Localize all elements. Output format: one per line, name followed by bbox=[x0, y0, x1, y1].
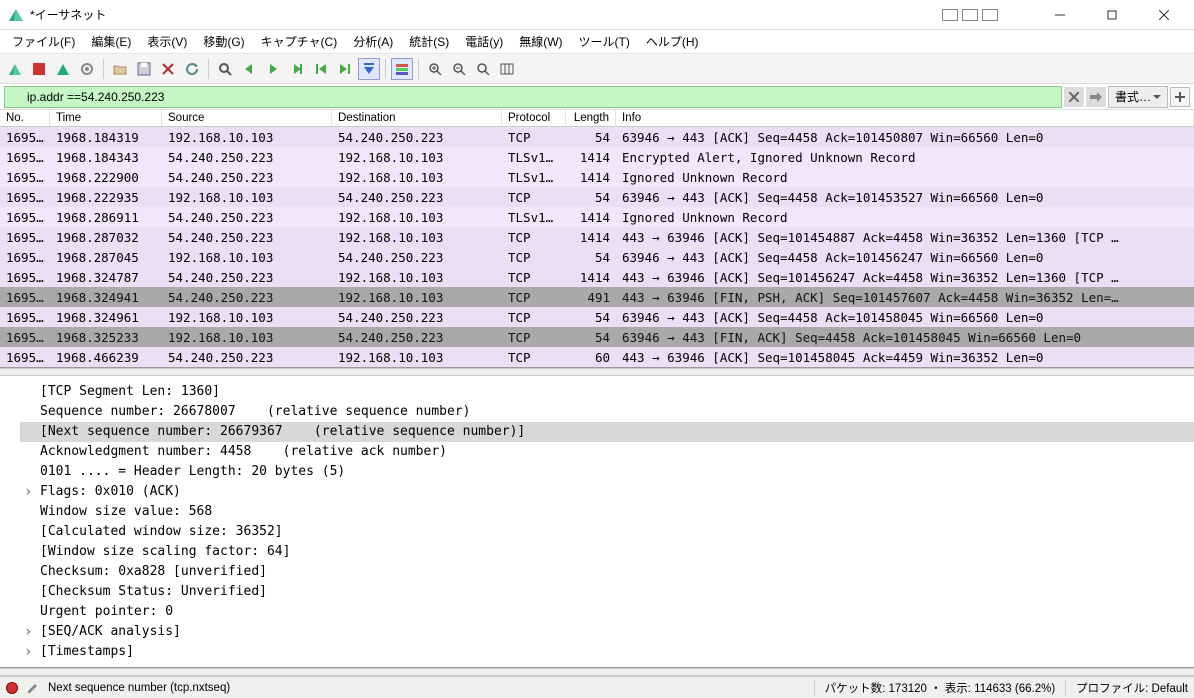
col-length[interactable]: Length bbox=[566, 110, 616, 126]
edit-icon[interactable] bbox=[26, 681, 40, 695]
status-profile[interactable]: プロファイル: Default bbox=[1076, 680, 1188, 696]
titlebar-box-icon[interactable] bbox=[982, 9, 998, 21]
colorize-icon[interactable] bbox=[391, 58, 413, 80]
pane-splitter[interactable] bbox=[0, 368, 1194, 376]
detail-line[interactable]: [Checksum Status: Unverified] bbox=[20, 582, 1194, 602]
detail-line[interactable]: Acknowledgment number: 4458 (relative ac… bbox=[20, 442, 1194, 462]
apply-filter-button[interactable] bbox=[1086, 87, 1106, 107]
menu-edit[interactable]: 編集(E) bbox=[83, 31, 139, 52]
status-field-label: Next sequence number (tcp.nxtseq) bbox=[48, 682, 230, 694]
packet-row[interactable]: 1695…1968.184319192.168.10.10354.240.250… bbox=[0, 127, 1194, 147]
status-packet-count: パケット数: 173120 ・ 表示: 114633 (66.2%) bbox=[825, 680, 1056, 696]
packet-details-pane[interactable]: [TCP Segment Len: 1360]Sequence number: … bbox=[0, 376, 1194, 668]
menu-go[interactable]: 移動(G) bbox=[195, 31, 252, 52]
col-destination[interactable]: Destination bbox=[332, 110, 502, 126]
detail-line[interactable]: Sequence number: 26678007 (relative sequ… bbox=[20, 402, 1194, 422]
packet-list-pane[interactable]: No. Time Source Destination Protocol Len… bbox=[0, 110, 1194, 368]
menu-tools[interactable]: ツール(T) bbox=[571, 31, 638, 52]
col-protocol[interactable]: Protocol bbox=[502, 110, 566, 126]
detail-line[interactable]: 0101 .... = Header Length: 20 bytes (5) bbox=[20, 462, 1194, 482]
resize-columns-icon[interactable] bbox=[496, 58, 518, 80]
packet-list-header[interactable]: No. Time Source Destination Protocol Len… bbox=[0, 110, 1194, 127]
detail-line[interactable]: [Timestamps] bbox=[20, 642, 1194, 662]
menu-telephony[interactable]: 電話(y) bbox=[457, 31, 511, 52]
go-back-icon[interactable] bbox=[238, 58, 260, 80]
packet-row[interactable]: 1695…1968.46623954.240.250.223192.168.10… bbox=[0, 347, 1194, 367]
col-time[interactable]: Time bbox=[50, 110, 162, 126]
titlebar: *イーサネット bbox=[0, 0, 1194, 30]
packet-row[interactable]: 1695…1968.287045192.168.10.10354.240.250… bbox=[0, 247, 1194, 267]
display-filter-input[interactable] bbox=[4, 86, 1062, 108]
expert-info-icon[interactable] bbox=[6, 682, 18, 694]
detail-line[interactable]: [Next sequence number: 26679367 (relativ… bbox=[20, 422, 1194, 442]
jump-to-icon[interactable] bbox=[286, 58, 308, 80]
detail-line[interactable]: [Window size scaling factor: 64] bbox=[20, 542, 1194, 562]
start-capture-icon[interactable] bbox=[4, 58, 26, 80]
restart-capture-icon[interactable] bbox=[52, 58, 74, 80]
col-source[interactable]: Source bbox=[162, 110, 332, 126]
stop-capture-icon[interactable] bbox=[28, 58, 50, 80]
zoom-in-icon[interactable] bbox=[424, 58, 446, 80]
go-last-icon[interactable] bbox=[334, 58, 356, 80]
titlebar-box-icon[interactable] bbox=[962, 9, 978, 21]
close-button[interactable] bbox=[1142, 1, 1186, 29]
packet-row[interactable]: 1695…1968.32494154.240.250.223192.168.10… bbox=[0, 287, 1194, 307]
packet-row[interactable]: 1695…1968.22290054.240.250.223192.168.10… bbox=[0, 167, 1194, 187]
menu-analyze[interactable]: 分析(A) bbox=[345, 31, 401, 52]
menu-wireless[interactable]: 無線(W) bbox=[511, 31, 570, 52]
format-button[interactable]: 書式… bbox=[1108, 86, 1168, 108]
menu-view[interactable]: 表示(V) bbox=[139, 31, 195, 52]
titlebar-box-icon[interactable] bbox=[942, 9, 958, 21]
menubar: ファイル(F) 編集(E) 表示(V) 移動(G) キャプチャ(C) 分析(A)… bbox=[0, 30, 1194, 54]
detail-line[interactable]: [Calculated window size: 36352] bbox=[20, 522, 1194, 542]
capture-options-icon[interactable] bbox=[76, 58, 98, 80]
go-first-icon[interactable] bbox=[310, 58, 332, 80]
packet-row[interactable]: 1695…1968.222935192.168.10.10354.240.250… bbox=[0, 187, 1194, 207]
clear-filter-button[interactable] bbox=[1064, 87, 1084, 107]
detail-line[interactable]: Urgent pointer: 0 bbox=[20, 602, 1194, 622]
status-bar: Next sequence number (tcp.nxtseq) パケット数:… bbox=[0, 676, 1194, 698]
window-title: *イーサネット bbox=[30, 6, 942, 23]
chevron-down-icon bbox=[1153, 93, 1161, 101]
menu-file[interactable]: ファイル(F) bbox=[4, 31, 83, 52]
open-file-icon[interactable] bbox=[109, 58, 131, 80]
filter-bar: 書式… bbox=[0, 84, 1194, 110]
menu-capture[interactable]: キャプチャ(C) bbox=[253, 31, 346, 52]
packet-row[interactable]: 1695…1968.18434354.240.250.223192.168.10… bbox=[0, 147, 1194, 167]
detail-line[interactable]: Flags: 0x010 (ACK) bbox=[20, 482, 1194, 502]
menu-help[interactable]: ヘルプ(H) bbox=[638, 31, 707, 52]
main-toolbar bbox=[0, 54, 1194, 84]
reload-icon[interactable] bbox=[181, 58, 203, 80]
add-filter-button[interactable] bbox=[1170, 87, 1190, 107]
zoom-out-icon[interactable] bbox=[448, 58, 470, 80]
titlebar-extra-icons bbox=[942, 9, 998, 21]
go-forward-icon[interactable] bbox=[262, 58, 284, 80]
col-no[interactable]: No. bbox=[0, 110, 50, 126]
packet-row[interactable]: 1695…1968.324961192.168.10.10354.240.250… bbox=[0, 307, 1194, 327]
app-icon bbox=[8, 7, 24, 23]
minimize-button[interactable] bbox=[1038, 1, 1082, 29]
col-info[interactable]: Info bbox=[616, 110, 1194, 126]
packet-row[interactable]: 1695…1968.325233192.168.10.10354.240.250… bbox=[0, 327, 1194, 347]
detail-line[interactable]: Window size value: 568 bbox=[20, 502, 1194, 522]
close-file-icon[interactable] bbox=[157, 58, 179, 80]
save-file-icon[interactable] bbox=[133, 58, 155, 80]
packet-row[interactable]: 1695…1968.32478754.240.250.223192.168.10… bbox=[0, 267, 1194, 287]
detail-line[interactable]: Checksum: 0xa828 [unverified] bbox=[20, 562, 1194, 582]
detail-line[interactable]: [TCP Segment Len: 1360] bbox=[20, 382, 1194, 402]
find-icon[interactable] bbox=[214, 58, 236, 80]
zoom-reset-icon[interactable] bbox=[472, 58, 494, 80]
maximize-button[interactable] bbox=[1090, 1, 1134, 29]
menu-stats[interactable]: 統計(S) bbox=[401, 31, 457, 52]
detail-line[interactable]: [SEQ/ACK analysis] bbox=[20, 622, 1194, 642]
packet-row[interactable]: 1695…1968.28703254.240.250.223192.168.10… bbox=[0, 227, 1194, 247]
packet-row[interactable]: 1695…1968.28691154.240.250.223192.168.10… bbox=[0, 207, 1194, 227]
auto-scroll-icon[interactable] bbox=[358, 58, 380, 80]
pane-splitter[interactable] bbox=[0, 668, 1194, 676]
